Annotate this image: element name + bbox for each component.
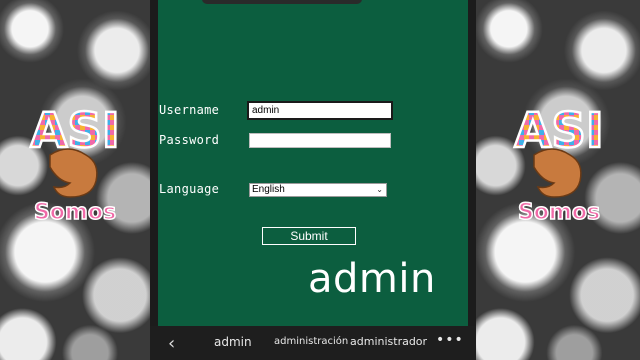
chevron-down-icon: ⌄ bbox=[376, 185, 383, 194]
username-input[interactable]: admin bbox=[247, 101, 393, 120]
more-horizontal-icon[interactable]: ••• bbox=[436, 332, 464, 348]
keyboard-suggestion-bar: ‹ admin administración administrador ••• bbox=[150, 326, 476, 360]
username-label: Username bbox=[159, 103, 220, 117]
suggestion-item[interactable]: administrador bbox=[350, 335, 427, 348]
phone-frame: Username admin Password Language English… bbox=[150, 0, 476, 360]
chevron-left-icon[interactable]: ‹ bbox=[168, 333, 175, 354]
suggestion-item[interactable]: admin bbox=[214, 335, 252, 349]
submit-button[interactable]: Submit bbox=[262, 227, 356, 245]
right-background-panel: ASI Somos bbox=[476, 0, 640, 360]
logo-subtitle: Somos bbox=[34, 200, 116, 225]
asi-somos-logo: ASI Somos bbox=[29, 102, 121, 226]
password-input[interactable] bbox=[249, 133, 391, 148]
password-label: Password bbox=[159, 133, 220, 147]
suggestion-item[interactable]: administración bbox=[274, 336, 348, 347]
overlay-caption: admin bbox=[308, 256, 436, 302]
login-screen: Username admin Password Language English… bbox=[158, 0, 468, 326]
top-notch bbox=[202, 0, 362, 4]
language-select[interactable]: English ⌄ bbox=[249, 183, 387, 197]
logo-subtitle: Somos bbox=[518, 200, 600, 225]
language-selected-value: English bbox=[252, 184, 285, 195]
left-background-panel: ASI Somos bbox=[0, 0, 150, 360]
asi-somos-logo: ASI Somos bbox=[513, 102, 605, 226]
language-label: Language bbox=[159, 182, 220, 196]
